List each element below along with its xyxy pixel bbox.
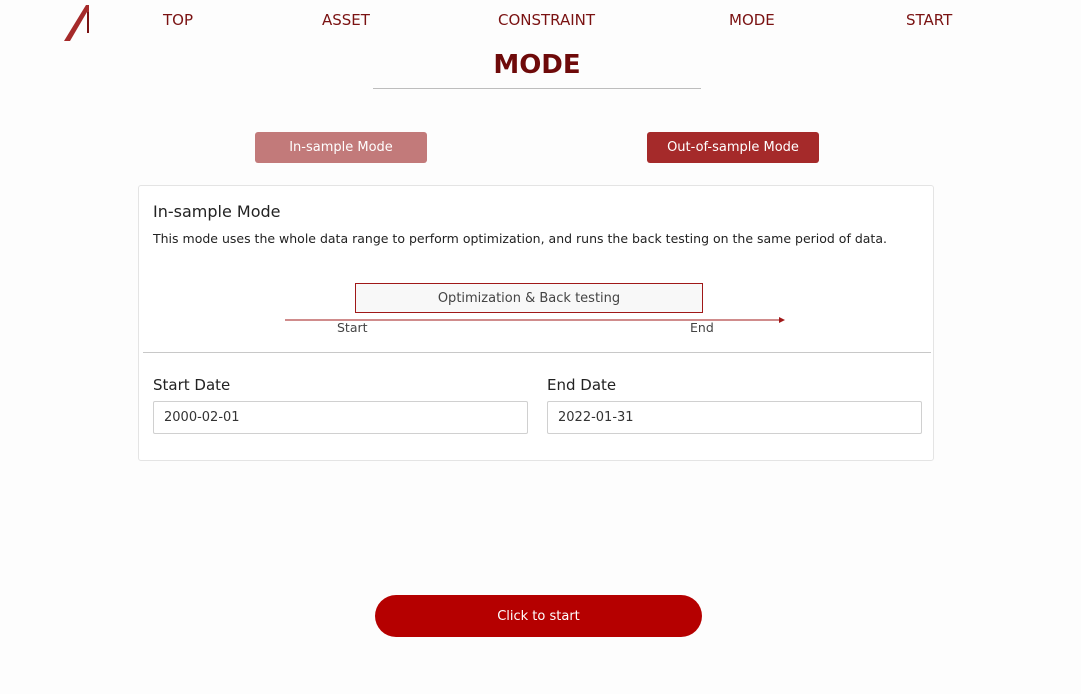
end-date-input[interactable]	[547, 401, 922, 434]
nav-item-constraint[interactable]: CONSTRAINT	[498, 11, 595, 29]
page-title: MODE	[493, 50, 581, 80]
diagram-start-label: Start	[337, 320, 368, 335]
diagram-period-box: Optimization & Back testing	[355, 283, 703, 313]
card-description: This mode uses the whole data range to p…	[153, 231, 887, 246]
title-divider	[373, 88, 701, 89]
start-button[interactable]: Click to start	[375, 595, 702, 637]
in-sample-mode-button[interactable]: In-sample Mode	[255, 132, 427, 163]
diagram-end-label: End	[690, 320, 714, 335]
out-of-sample-mode-button[interactable]: Out-of-sample Mode	[647, 132, 819, 163]
nav-item-mode[interactable]: MODE	[729, 11, 775, 29]
nav-item-start[interactable]: START	[906, 11, 952, 29]
page-root: TOP ASSET CONSTRAINT MODE START MODE In-…	[0, 0, 1081, 694]
start-date-input[interactable]	[153, 401, 528, 434]
card-divider	[143, 352, 931, 353]
nav-item-asset[interactable]: ASSET	[322, 11, 370, 29]
card-title: In-sample Mode	[153, 202, 281, 221]
nav-item-top[interactable]: TOP	[163, 11, 193, 29]
start-date-label: Start Date	[153, 376, 231, 394]
timeline-arrow-icon	[285, 310, 787, 323]
end-date-label: End Date	[547, 376, 617, 394]
mode-description-card: In-sample Mode This mode uses the whole …	[138, 185, 934, 461]
brand-logo-icon[interactable]	[62, 2, 92, 42]
